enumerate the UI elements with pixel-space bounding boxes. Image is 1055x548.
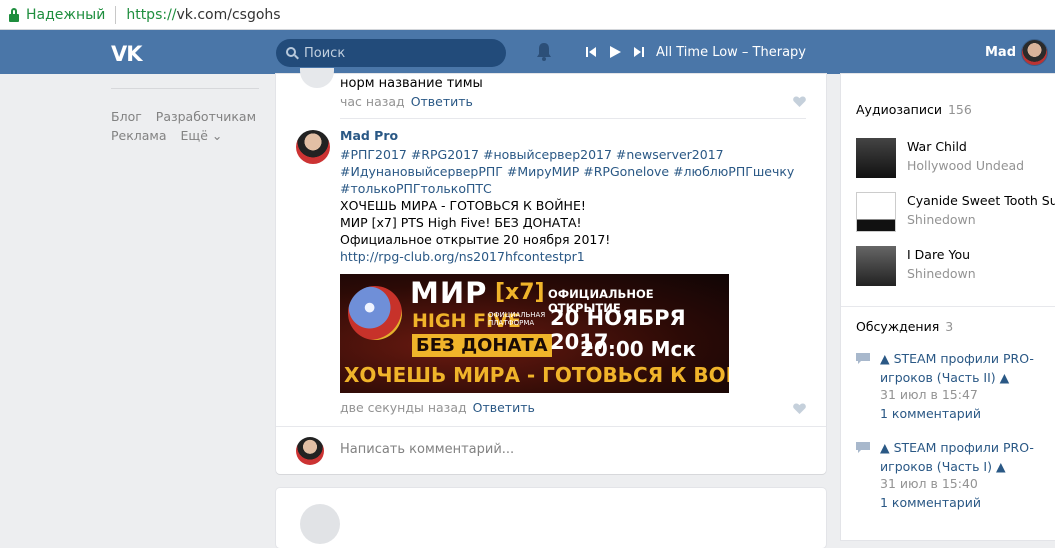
commenter-avatar[interactable] — [300, 68, 334, 88]
audio-artist[interactable]: Shinedown — [907, 212, 976, 227]
comment-time: час назад — [340, 94, 405, 109]
post-body: #РПГ2017 #RPG2017 #новыйсервер2017 #news… — [340, 146, 800, 265]
audio-title: Cyanide Sweet Tooth Suicide — [907, 193, 1055, 208]
audio-artist[interactable]: Shinedown — [907, 266, 976, 281]
audio-title: I Dare You — [907, 247, 971, 262]
audio-player-controls — [584, 42, 646, 62]
vk-logo[interactable]: VK — [111, 42, 143, 66]
comment-divider — [340, 118, 806, 119]
user-name[interactable]: Mad — [985, 45, 1016, 60]
album-cover-image — [856, 246, 896, 286]
album-cover-image — [856, 138, 896, 178]
composer-avatar — [296, 437, 324, 465]
user-avatar[interactable] — [1021, 39, 1048, 66]
link-developers[interactable]: Разработчикам — [156, 107, 256, 126]
comment-composer[interactable]: Написать комментарий... — [276, 426, 826, 474]
banner-slogan: ХОЧЕШЬ МИРА - ГОТОВЬСЯ К ВОЙНЕ — [344, 363, 729, 387]
hashtags-line-3[interactable]: #толькоРПГтолькоПТС — [340, 180, 800, 197]
post-author-avatar[interactable] — [296, 130, 330, 164]
like-heart-icon[interactable] — [793, 96, 806, 107]
banner-x7: [x7] — [495, 280, 545, 305]
url-host: vk.com/csgohs — [176, 6, 281, 23]
previous-track-icon[interactable] — [584, 45, 598, 59]
play-icon[interactable] — [608, 45, 622, 59]
banner-time: 20:00 Мск — [580, 337, 696, 361]
next-track-icon[interactable] — [632, 45, 646, 59]
hashtags-line-2[interactable]: #ИдунановыйсерверРПГ #МируМИР #RPGonelov… — [340, 163, 800, 180]
sidebar-divider — [841, 306, 1055, 307]
search-input[interactable] — [304, 45, 484, 61]
next-post-card — [276, 488, 826, 548]
discussion-icon — [856, 442, 870, 453]
audio-title: War Child — [907, 139, 967, 154]
banner-mir: МИР — [410, 276, 488, 310]
post-link[interactable]: http://rpg-club.org/ns2017hfcontestpr1 — [340, 248, 800, 265]
comment-text: норм название тимы — [340, 76, 483, 91]
search-icon — [286, 47, 299, 60]
audio-count: 156 — [947, 102, 972, 117]
left-footer-links: Блог Разработчикам Реклама Ещё ⌄ — [111, 107, 256, 145]
next-post-avatar[interactable] — [300, 504, 340, 544]
address-divider — [115, 5, 117, 24]
browser-address-bar[interactable]: Надежный https:// vk.com/csgohs — [0, 0, 1055, 30]
post-like-heart-icon[interactable] — [793, 403, 806, 414]
wall-post-card: норм название тимы час назад Ответить Mad… — [276, 68, 826, 474]
search-box[interactable] — [276, 39, 506, 67]
post-reply-link[interactable]: Ответить — [473, 400, 535, 415]
bell-icon[interactable] — [535, 42, 553, 62]
discussion-date: 31 июл в 15:40 — [880, 476, 978, 491]
audio-item[interactable]: Cyanide Sweet Tooth Suicide Shinedown — [856, 190, 1055, 234]
link-blog[interactable]: Блог — [111, 107, 142, 126]
audio-item[interactable]: War Child Hollywood Undead — [856, 136, 1055, 180]
comment-input-placeholder[interactable]: Написать комментарий... — [340, 442, 514, 457]
discussion-title[interactable]: ▲ STEAM профили PRO-игроков (Часть I) ▲ — [880, 438, 1050, 476]
right-sidebar: Аудиозаписи 156 War Child Hollywood Undea… — [841, 74, 1055, 540]
discussion-comments[interactable]: 1 комментарий — [880, 495, 981, 510]
discussion-comments[interactable]: 1 комментарий — [880, 406, 981, 421]
post-line-1: ХОЧЕШЬ МИРА - ГОТОВЬСЯ К ВОЙНЕ! — [340, 198, 586, 213]
discussion-date: 31 июл в 15:47 — [880, 387, 978, 402]
discussion-icon — [856, 353, 870, 364]
post-time[interactable]: две секунды назад — [340, 400, 467, 415]
comment-meta: час назад Ответить — [340, 94, 473, 109]
lock-icon — [8, 7, 20, 22]
reply-link[interactable]: Ответить — [411, 94, 473, 109]
discussions-count: 3 — [945, 319, 954, 334]
secure-label: Надежный — [26, 6, 106, 23]
current-track-title[interactable]: All Time Low – Therapy — [656, 45, 806, 60]
post-meta: две секунды назад Ответить — [340, 400, 535, 415]
hashtags-line-1[interactable]: #РПГ2017 #RPG2017 #новыйсервер2017 #news… — [340, 146, 800, 163]
top-header: VK All Time Low – Therapy Mad — [0, 30, 1055, 74]
promo-banner-image[interactable]: МИР [x7] HIGH FIVE ОФИЦИАЛЬНАЯ ПЛАТФОРМА… — [340, 274, 729, 393]
banner-platform: ОФИЦИАЛЬНАЯ ПЛАТФОРМА — [488, 311, 546, 327]
link-more[interactable]: Ещё ⌄ — [181, 126, 223, 145]
discussions-section-title[interactable]: Обсуждения 3 — [856, 319, 953, 334]
audio-section-title[interactable]: Аудиозаписи 156 — [856, 102, 972, 117]
globe-emblem-icon — [348, 286, 402, 340]
post-line-2: МИР [x7] PTS High Five! БЕЗ ДОНАТА! — [340, 215, 582, 230]
post-author-name[interactable]: Mad Pro — [340, 128, 398, 143]
post-line-3: Официальное открытие 20 ноября 2017! — [340, 232, 611, 247]
audio-artist[interactable]: Hollywood Undead — [907, 158, 1024, 173]
album-cover-image — [856, 192, 896, 232]
discussion-title[interactable]: ▲ STEAM профили PRO-игроков (Часть II) ▲ — [880, 349, 1050, 387]
chevron-down-icon: ⌄ — [211, 128, 223, 143]
link-ads[interactable]: Реклама — [111, 126, 167, 145]
left-nav-divider — [111, 88, 259, 89]
url-scheme: https:// — [126, 6, 177, 23]
banner-no-donate: БЕЗ ДОНАТА — [412, 334, 552, 357]
audio-item[interactable]: I Dare You Shinedown — [856, 244, 1055, 288]
